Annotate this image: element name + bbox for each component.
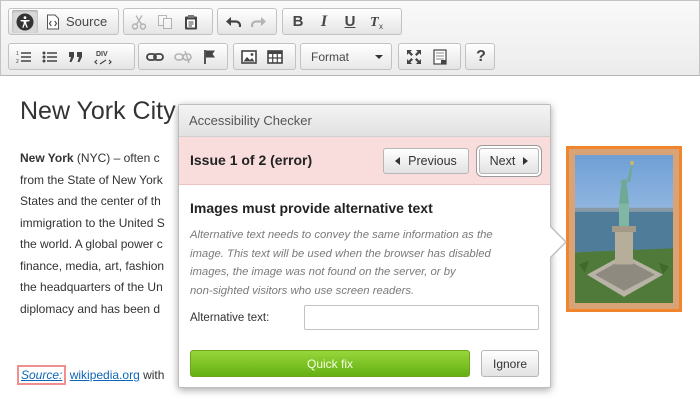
cut-button[interactable] — [127, 10, 151, 33]
accessibility-checker-button[interactable] — [12, 10, 38, 33]
panel-pointer-arrow — [549, 225, 567, 259]
remove-format-icon: Tx — [370, 15, 383, 30]
numbered-list-icon: 12 — [16, 51, 31, 64]
blockquote-button[interactable] — [64, 45, 88, 68]
underline-button[interactable]: U — [338, 10, 362, 33]
paragraph-line: from the State of New York — [20, 172, 163, 187]
create-div-button[interactable]: DIV — [90, 45, 116, 68]
next-issue-button[interactable]: Next — [479, 148, 539, 174]
paragraph-line: New York (NYC) – often c — [20, 148, 195, 170]
show-blocks-icon — [433, 48, 447, 65]
triangle-left-icon — [395, 157, 401, 165]
source-trailing-text: with — [143, 368, 165, 382]
toolbar-group-insert — [233, 43, 296, 70]
svg-text:2: 2 — [16, 59, 19, 64]
paste-button[interactable] — [179, 10, 203, 33]
maximize-button[interactable] — [402, 45, 426, 68]
paragraph-line: the world. A global power c — [20, 237, 163, 251]
svg-text:DIV: DIV — [96, 51, 108, 58]
paragraph-text: (NYC) – often c — [73, 151, 160, 165]
unlink-icon — [174, 50, 192, 63]
paragraph-line: diplomacy and has been d — [20, 301, 161, 316]
rule-description-line: Alternative text needs to convey the sam… — [190, 229, 493, 241]
show-blocks-button[interactable] — [428, 45, 452, 68]
copy-button[interactable] — [153, 10, 177, 33]
undo-icon — [226, 16, 241, 27]
previous-button-label: Previous — [408, 154, 457, 168]
maximize-icon — [407, 49, 421, 64]
link-icon — [146, 52, 164, 61]
clipboard-icon — [185, 14, 197, 29]
paragraph-line: immigration to the United S — [20, 215, 165, 230]
document-heading: New York City — [20, 97, 176, 125]
alt-text-input[interactable] — [304, 305, 539, 330]
quick-fix-button[interactable]: Quick fix — [190, 350, 470, 377]
toolbar-group-paragraph: 12 DIV — [8, 43, 135, 70]
issue-counter: Issue 1 of 2 (error) — [190, 152, 313, 168]
redo-button[interactable] — [247, 10, 271, 33]
wikipedia-link[interactable]: wikipedia.org — [70, 368, 140, 382]
source-button[interactable]: Source — [40, 10, 113, 33]
rule-description-line: image. This text will be used when the b… — [190, 247, 491, 260]
source-line: Source: wikipedia.org with — [16, 365, 165, 385]
anchor-button[interactable] — [198, 45, 222, 68]
image-button[interactable] — [237, 45, 261, 68]
editor-toolbar: Source B I U Tx 12 DIV Format ? — [0, 0, 700, 76]
source-code-icon — [47, 14, 59, 29]
rule-title: Images must provide alternative text — [190, 200, 433, 216]
toolbar-group-tools — [398, 43, 461, 70]
unlink-button[interactable] — [170, 45, 196, 68]
table-icon — [267, 49, 283, 64]
triangle-right-icon — [523, 157, 529, 165]
redo-icon — [251, 16, 266, 27]
source-button-label: Source — [66, 14, 108, 29]
toolbar-group-document: Source — [8, 8, 119, 35]
paragraph-line: the headquarters of the Un — [20, 280, 163, 294]
paragraph-line: States and the center of th — [20, 194, 161, 208]
flagged-source-link[interactable]: Source: — [16, 365, 67, 385]
previous-issue-button[interactable]: Previous — [383, 148, 469, 174]
div-container-icon: DIV — [94, 51, 112, 64]
rule-description: Alternative text needs to convey the sam… — [190, 226, 545, 300]
toolbar-group-basic-styles: B I U Tx — [282, 8, 402, 35]
svg-text:1: 1 — [16, 51, 19, 57]
svg-text:x: x — [379, 22, 383, 30]
bold-button[interactable]: B — [286, 10, 310, 33]
document-paragraph: New York (NYC) – often c from the State … — [20, 148, 180, 320]
alt-text-label: Alternative text: — [190, 312, 270, 324]
italic-button[interactable]: I — [312, 10, 336, 33]
toolbar-group-clipboard — [123, 8, 213, 35]
panel-title: Accessibility Checker — [179, 105, 550, 137]
image-icon — [241, 49, 257, 64]
link-button[interactable] — [142, 45, 168, 68]
rule-description-line: non-sighted visitors who use screen read… — [190, 284, 415, 297]
bulleted-list-icon — [42, 51, 57, 62]
chevron-down-icon — [375, 54, 383, 59]
paragraph-bold-term: New York — [20, 151, 74, 165]
bulleted-list-button[interactable] — [38, 45, 62, 68]
scissors-icon — [131, 14, 147, 30]
accessibility-checker-panel: Accessibility Checker Issue 1 of 2 (erro… — [178, 104, 551, 388]
flagged-image[interactable] — [566, 146, 682, 312]
statue-of-liberty-photo — [575, 155, 673, 303]
toolbar-group-about: ? — [465, 43, 495, 70]
table-button[interactable] — [263, 45, 287, 68]
quote-icon — [69, 51, 82, 62]
rule-description-line: images, the image was not found on the s… — [190, 266, 456, 278]
numbered-list-button[interactable]: 12 — [12, 45, 36, 68]
paragraph-line: finance, media, art, fashion — [20, 258, 165, 273]
next-button-label: Next — [489, 154, 516, 168]
ignore-button[interactable]: Ignore — [481, 350, 539, 377]
format-dropdown-label: Format — [311, 49, 350, 64]
remove-format-button[interactable]: Tx — [364, 10, 390, 33]
toolbar-group-links — [138, 43, 228, 70]
undo-button[interactable] — [221, 10, 245, 33]
help-button[interactable]: ? — [469, 45, 493, 68]
flag-icon — [204, 49, 215, 64]
accessibility-icon — [16, 13, 34, 30]
copy-icon — [158, 14, 172, 29]
format-dropdown[interactable]: Format — [300, 43, 392, 70]
toolbar-group-history — [217, 8, 277, 35]
issue-navigation-bar: Issue 1 of 2 (error) Previous Next — [179, 137, 550, 185]
